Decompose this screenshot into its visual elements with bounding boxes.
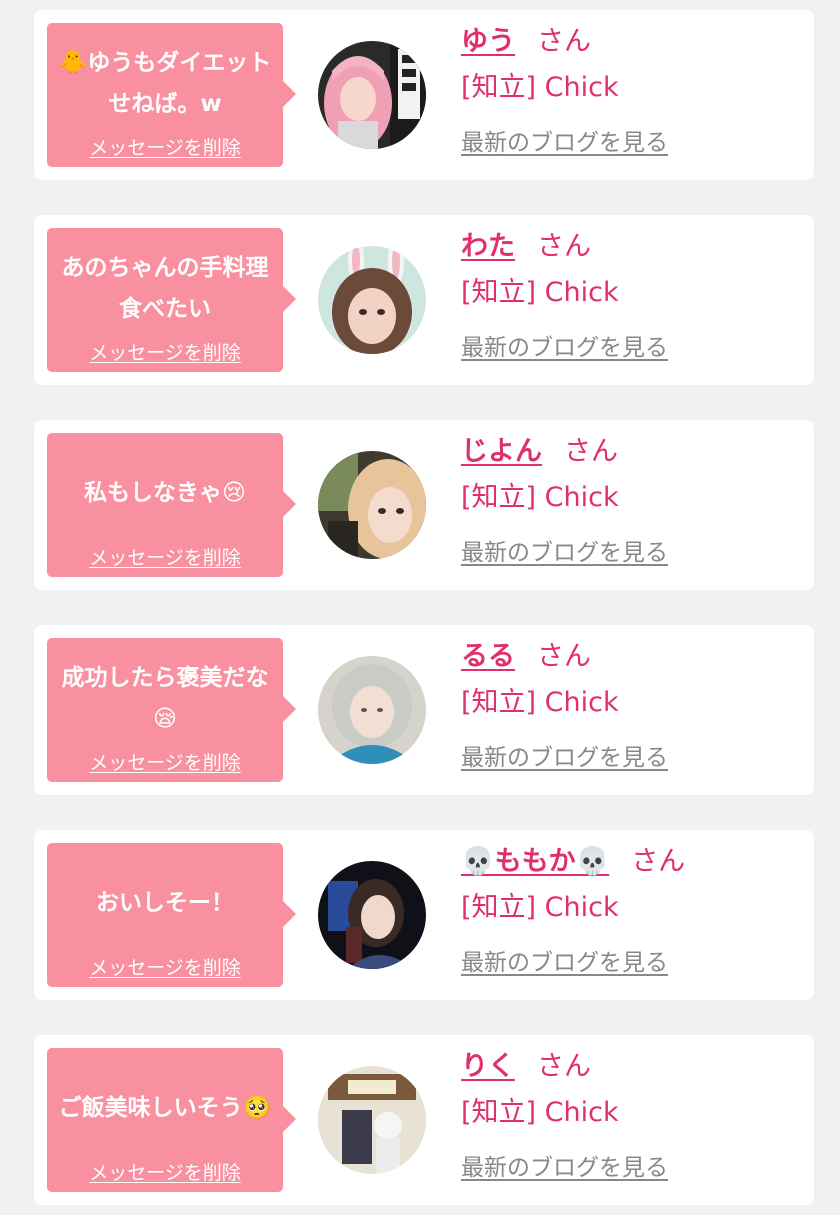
delete-message-link[interactable]: メッセージを削除 [89,136,241,160]
message-bubble: あのちゃんの手料理食べたい メッセージを削除 [47,228,296,372]
latest-blog-link[interactable]: 最新のブログを見る [461,128,668,158]
user-name-link[interactable]: わた [461,231,515,262]
message-list: 🐥ゆうもダイエットせねば。w メッセージを削除 ゆうさん [知立] Chick [0,0,840,1215]
user-name-link[interactable]: 💀ももか💀 [461,846,609,877]
latest-blog-link[interactable]: 最新のブログを見る [461,743,668,773]
user-info: ゆう さん [知立] Chick 最新のブログを見る [461,10,801,180]
latest-blog-link[interactable]: 最新のブログを見る [461,948,668,978]
honorific: さん [537,1051,591,1082]
delete-message-link[interactable]: メッセージを削除 [89,956,241,980]
message-text: 成功したら褒美だな😪 [61,664,269,732]
user-info: じよん さん [知立] Chick 最新のブログを見る [461,420,801,590]
user-name-link[interactable]: ゆう [461,26,515,57]
message-bubble: おいしそー！ メッセージを削除 [47,843,296,987]
store-rank: [知立] Chick [461,482,619,513]
user-info: りく さん [知立] Chick 最新のブログを見る [461,1035,801,1205]
honorific: さん [537,26,591,57]
user-info: るる さん [知立] Chick 最新のブログを見る [461,625,801,795]
message-bubble: 成功したら褒美だな😪 メッセージを削除 [47,638,296,782]
message-card: ご飯美味しいそう🥺 メッセージを削除 りく さん [知立] Chick 最新のブロ… [34,1035,814,1205]
store-rank: [知立] Chick [461,72,619,103]
message-text: あのちゃんの手料理食べたい [61,254,269,322]
delete-message-link[interactable]: メッセージを削除 [89,751,241,775]
message-text: 私もしなきゃ😢 [84,480,246,506]
message-bubble: 私もしなきゃ😢 メッセージを削除 [47,433,296,577]
latest-blog-link[interactable]: 最新のブログを見る [461,1153,668,1183]
message-card: 成功したら褒美だな😪 メッセージを削除 るる さん [知立] Chick 最新のブ… [34,625,814,795]
avatar[interactable] [318,1066,426,1174]
avatar[interactable] [318,656,426,764]
message-text: 🐥ゆうもダイエットせねば。w [58,49,272,117]
user-name-link[interactable]: じよん [461,436,542,467]
store-rank: [知立] Chick [461,277,619,308]
delete-message-link[interactable]: メッセージを削除 [89,546,241,570]
avatar[interactable] [318,451,426,559]
user-info: わた さん [知立] Chick 最新のブログを見る [461,215,801,385]
message-card: あのちゃんの手料理食べたい メッセージを削除 わた さん [知立] Chick 最… [34,215,814,385]
user-name-link[interactable]: るる [461,641,515,672]
honorific: さん [631,846,686,877]
avatar[interactable] [318,246,426,354]
message-card: 私もしなきゃ😢 メッセージを削除 じよん さん [知立] Chick 最新のブログ… [34,420,814,590]
message-card: 🐥ゆうもダイエットせねば。w メッセージを削除 ゆうさん [知立] Chick [34,10,814,180]
avatar[interactable] [318,41,426,149]
honorific: さん [564,436,618,467]
store-rank: [知立] Chick [461,1097,619,1128]
message-bubble: 🐥ゆうもダイエットせねば。w メッセージを削除 [47,23,296,167]
latest-blog-link[interactable]: 最新のブログを見る [461,333,668,363]
store-rank: [知立] Chick [461,687,619,718]
message-text: おいしそー！ [96,890,234,916]
user-info: 💀ももか💀 さん [知立] Chick 最新のブログを見る [461,830,801,1000]
store-rank: [知立] Chick [461,892,619,923]
delete-message-link[interactable]: メッセージを削除 [89,1161,241,1185]
delete-message-link[interactable]: メッセージを削除 [89,341,241,365]
honorific: さん [537,231,591,262]
latest-blog-link[interactable]: 最新のブログを見る [461,538,668,568]
user-name-link[interactable]: りく [461,1051,515,1082]
honorific: さん [537,641,591,672]
message-card: おいしそー！ メッセージを削除 💀ももか💀 さん [知立] Chick 最新のブロ… [34,830,814,1000]
message-bubble: ご飯美味しいそう🥺 メッセージを削除 [47,1048,296,1192]
message-text: ご飯美味しいそう🥺 [58,1095,272,1121]
avatar[interactable] [318,861,426,969]
